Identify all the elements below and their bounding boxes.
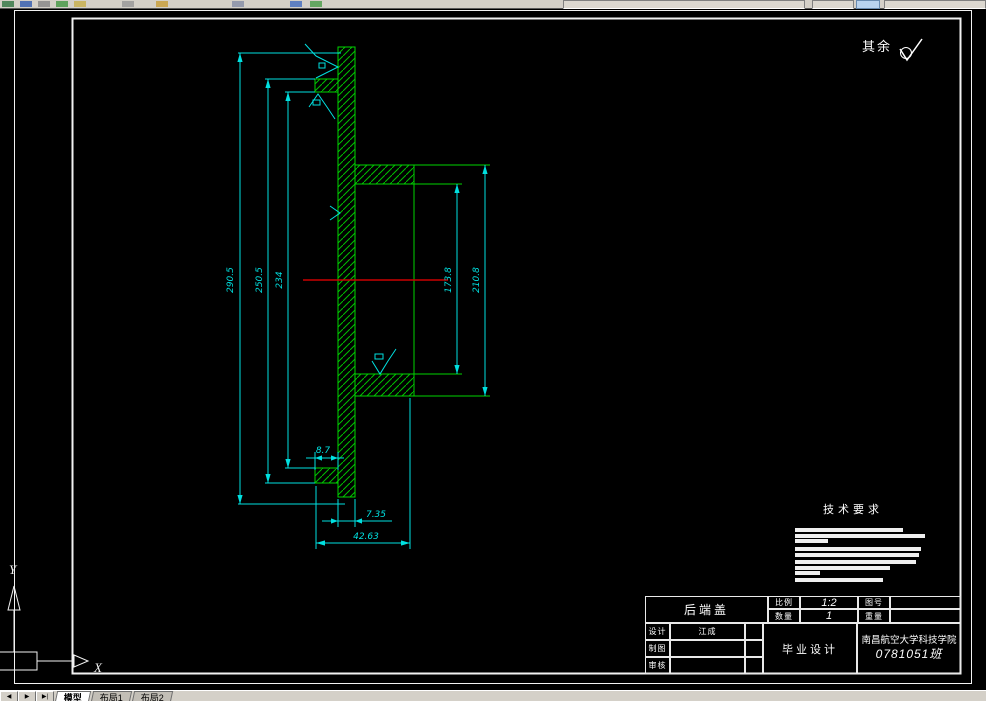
tech-requirements-title: 技术要求 — [823, 504, 883, 516]
title-block-cell — [670, 657, 745, 674]
dim-total-depth: 42.63 — [353, 532, 379, 542]
design-label: 设计 — [645, 623, 670, 640]
toolbar-icon[interactable] — [20, 1, 32, 7]
weight-label: 重量 — [858, 609, 890, 623]
hub-wall-bottom — [354, 373, 415, 397]
draft-label: 制图 — [645, 640, 670, 657]
tech-requirements-text — [795, 526, 935, 586]
tech-requirement-line — [795, 566, 890, 570]
quantity-label: 数量 — [768, 609, 800, 623]
remaining-surfaces-note: 其余 — [862, 36, 926, 66]
ucs-icon: Y X — [0, 562, 103, 675]
part-name: 后端盖 — [645, 596, 768, 623]
roughness-icon — [371, 348, 397, 375]
roughness-icon — [308, 93, 336, 120]
cad-application-window: Y X 290.5 250.5 234 173.8 210.8 8.7 7.35… — [0, 0, 986, 701]
check-label: 审核 — [645, 657, 670, 674]
tech-requirement-line — [795, 578, 883, 582]
dim-step-width: 8.7 — [316, 446, 331, 456]
dim-disc-thickness: 7.35 — [366, 510, 386, 520]
roughness-value-stub — [374, 353, 384, 360]
organization-name: 南昌航空大学科技学院 — [861, 635, 957, 647]
project-name: 毕业设计 — [763, 623, 857, 674]
hat-step-bottom — [314, 467, 339, 484]
scale-label: 比例 — [768, 596, 800, 609]
dim-overall-height: 290.5 — [226, 267, 236, 293]
dimension-lines — [237, 53, 488, 546]
remaining-surfaces-label: 其余 — [862, 39, 893, 54]
title-block-cell — [745, 623, 763, 640]
status-bar: ◀ ▶ ▶| 模型 布局1 布局2 — [0, 690, 986, 701]
tech-requirement-line — [795, 528, 903, 532]
title-block-cell — [670, 640, 745, 657]
quantity-value: 1 — [800, 609, 858, 623]
dim-hat-outer: 250.5 — [255, 267, 265, 293]
tech-requirement-line — [795, 560, 916, 564]
tab-layout2[interactable]: 布局2 — [131, 691, 174, 701]
toolbar-icon[interactable] — [74, 1, 86, 7]
tab-model[interactable]: 模型 — [54, 691, 92, 701]
class-name: 0781051班 — [875, 646, 943, 661]
hub-wall-top — [354, 164, 415, 185]
toolbar-icon[interactable] — [156, 1, 168, 7]
organization-cell: 南昌航空大学科技学院 0781051班 — [857, 623, 961, 674]
designer-name: 江成 — [670, 623, 745, 640]
tab-nav-next-button[interactable]: ▶ — [18, 691, 36, 701]
color-combo-stub[interactable] — [812, 0, 854, 9]
hat-step-top — [314, 78, 339, 93]
drawing-no-value — [890, 596, 961, 609]
tech-requirement-line — [795, 553, 919, 557]
tab-nav-prev-button[interactable]: ◀ — [0, 691, 18, 701]
weight-value — [890, 609, 961, 623]
roughness-icon — [304, 43, 340, 79]
tech-requirement-line — [795, 547, 921, 551]
dim-hat-inner: 234 — [275, 271, 285, 288]
toolbar-icon[interactable] — [38, 1, 50, 7]
dim-bore-dia: 173.8 — [444, 267, 454, 293]
title-block-cell — [745, 657, 763, 674]
disc-plate-section — [337, 46, 356, 498]
toolbar-icon[interactable] — [56, 1, 68, 7]
toolbar-icon[interactable] — [232, 1, 244, 7]
toolbar-strip — [0, 0, 986, 9]
title-block: 后端盖 比例 1:2 图号 数量 1 重量 设计 江成 制图 审核 毕业设计 南… — [645, 596, 961, 674]
toolbar-icon[interactable] — [290, 1, 302, 7]
tab-layout1[interactable]: 布局1 — [90, 691, 133, 701]
roughness-check-icon — [899, 38, 923, 62]
tab-nav-last-button[interactable]: ▶| — [36, 691, 54, 701]
toolbar-icon[interactable] — [122, 1, 134, 7]
roughness-value-stub — [312, 99, 321, 106]
toolbar-icon[interactable] — [2, 1, 14, 7]
ucs-x-label: X — [93, 660, 103, 675]
scale-value: 1:2 — [800, 596, 858, 609]
title-block-cell — [745, 640, 763, 657]
style-combo-stub[interactable] — [884, 0, 986, 9]
dim-hub-dia: 210.8 — [472, 267, 482, 293]
ucs-y-label: Y — [9, 562, 18, 577]
tech-requirement-line — [795, 534, 925, 538]
tech-requirement-line — [795, 539, 828, 543]
tech-requirement-line — [795, 571, 820, 575]
layer-combo-stub[interactable] — [563, 0, 805, 9]
roughness-value-stub — [318, 62, 326, 69]
drawing-no-label: 图号 — [858, 596, 890, 609]
toolbar-icon[interactable] — [310, 1, 322, 7]
highlighted-toolbar-cell[interactable] — [856, 0, 880, 9]
part-geometry — [303, 46, 490, 498]
